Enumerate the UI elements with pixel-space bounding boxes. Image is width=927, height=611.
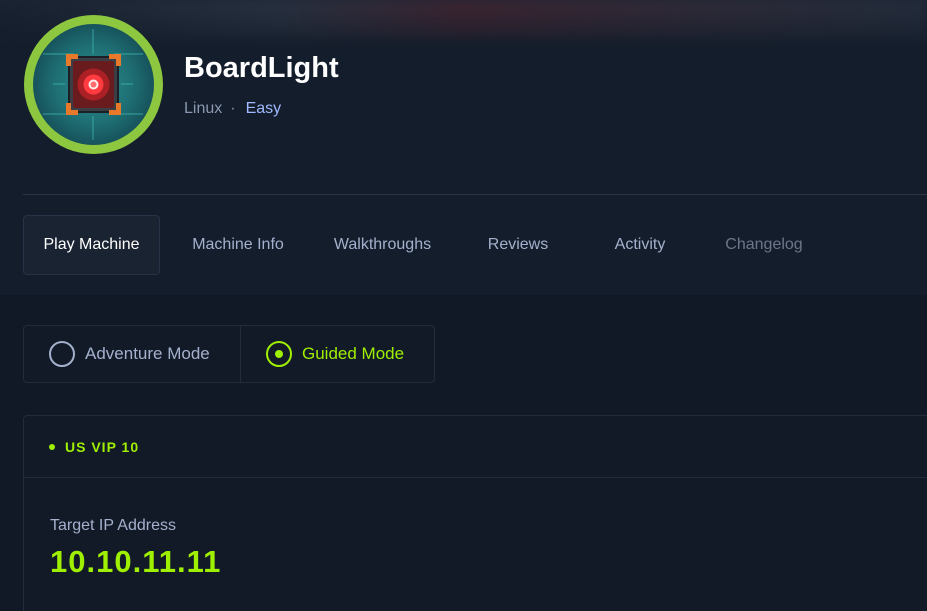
machine-chip-icon <box>43 29 143 140</box>
avatar-inner <box>33 24 154 145</box>
mode-selector: Adventure Mode Guided Mode <box>23 325 435 383</box>
machine-tabs: Play Machine Machine Info Walkthroughs R… <box>23 215 927 275</box>
adventure-mode-option[interactable]: Adventure Mode <box>24 326 241 382</box>
tab-label: Changelog <box>725 236 803 253</box>
tab-walkthroughs[interactable]: Walkthroughs <box>316 215 449 275</box>
vpn-server-name: US VIP 10 <box>65 438 140 455</box>
adventure-mode-label: Adventure Mode <box>85 344 210 363</box>
machine-difficulty: Easy <box>245 100 282 117</box>
tab-reviews[interactable]: Reviews <box>469 215 567 275</box>
tab-label: Play Machine <box>43 236 140 253</box>
radio-unchecked-icon[interactable] <box>49 341 75 367</box>
tab-label: Activity <box>614 236 666 253</box>
tab-label: Machine Info <box>192 236 284 253</box>
status-dot-icon <box>49 443 55 450</box>
meta-separator: · <box>230 100 236 117</box>
tab-activity[interactable]: Activity <box>594 215 686 275</box>
machine-meta: Linux · Easy <box>184 100 281 118</box>
tab-machine-info[interactable]: Machine Info <box>174 215 302 275</box>
radio-checked-icon[interactable] <box>266 341 292 367</box>
connection-card: US VIP 10 Target IP Address 10.10.11.11 <box>23 415 927 611</box>
machine-page: BoardLight Linux · Easy Play Machine Mac… <box>0 0 927 611</box>
header-divider <box>23 194 927 195</box>
machine-name: BoardLight <box>184 52 339 84</box>
machine-header: BoardLight Linux · Easy <box>0 0 927 195</box>
tab-label: Reviews <box>487 236 549 253</box>
machine-os: Linux <box>184 100 223 117</box>
tab-label: Walkthroughs <box>333 236 432 253</box>
tab-changelog[interactable]: Changelog <box>709 215 819 275</box>
target-ip-label: Target IP Address <box>50 517 176 534</box>
tab-play-machine[interactable]: Play Machine <box>23 215 160 275</box>
target-ip-value: 10.10.11.11 <box>50 544 222 579</box>
vpn-server-header: US VIP 10 <box>24 416 927 478</box>
guided-mode-label: Guided Mode <box>302 344 405 363</box>
machine-avatar <box>24 15 163 154</box>
guided-mode-option[interactable]: Guided Mode <box>241 326 434 382</box>
